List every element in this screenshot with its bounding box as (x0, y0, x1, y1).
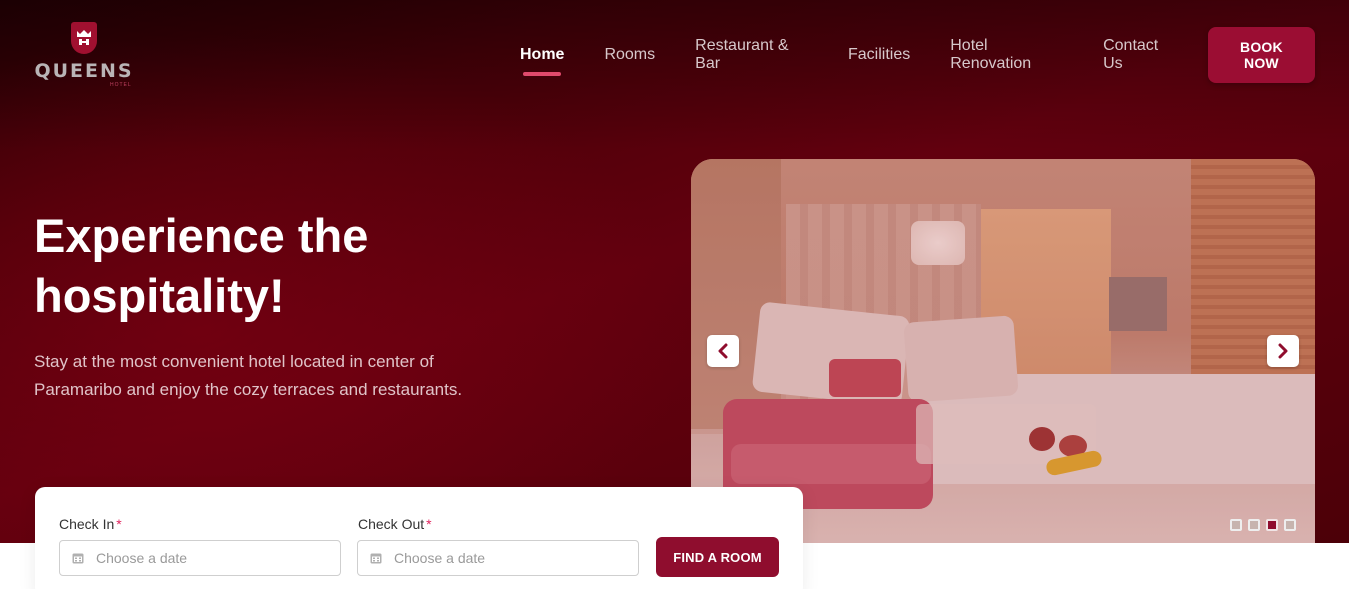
check-in-label: Check In * (59, 516, 122, 532)
booking-form: Check In * Choose a date Check Out * Choos… (35, 487, 803, 589)
nav-item-facilities[interactable]: Facilities (848, 42, 910, 68)
calendar-icon (72, 553, 84, 564)
check-in-placeholder: Choose a date (96, 550, 188, 566)
slider-prev-button[interactable] (707, 335, 739, 367)
logo-subtitle: HOTEL (110, 82, 132, 88)
active-nav-indicator (523, 72, 562, 76)
slider-next-button[interactable] (1267, 335, 1299, 367)
calendar-icon (370, 553, 382, 564)
photo-tint-overlay (691, 159, 1315, 543)
book-now-button[interactable]: BOOK NOW (1207, 27, 1315, 83)
find-a-room-button[interactable]: FIND A ROOM (656, 537, 779, 577)
room-image-slider (691, 159, 1315, 543)
hotel-logo[interactable]: QUEENS HOTEL (34, 22, 134, 90)
required-mark: * (426, 516, 432, 532)
crown-shield-icon (71, 22, 97, 54)
required-mark: * (116, 516, 122, 532)
nav-item-restaurant-bar[interactable]: Restaurant & Bar (695, 33, 808, 77)
check-out-label-text: Check Out (358, 516, 425, 532)
check-in-date-field[interactable]: Choose a date (59, 540, 341, 576)
check-in-label-text: Check In (59, 516, 115, 532)
check-out-date-field[interactable]: Choose a date (357, 540, 639, 576)
nav-item-hotel-renovation[interactable]: Hotel Renovation (950, 33, 1063, 77)
chevron-right-icon (1278, 343, 1288, 359)
slider-dot-1[interactable] (1230, 519, 1242, 531)
nav-item-label: Home (520, 46, 565, 63)
nav-item-home[interactable]: Home (520, 42, 565, 76)
headline-line-1: Experience the (34, 209, 369, 262)
slider-dot-2[interactable] (1248, 519, 1260, 531)
slider-pagination (1224, 519, 1296, 531)
slider-dot-3[interactable] (1266, 519, 1278, 531)
hero-description: Stay at the most convenient hotel locate… (34, 352, 463, 399)
headline-line-2: hospitality! (34, 269, 285, 322)
hero-headline: Experience the hospitality! (34, 206, 514, 326)
check-out-placeholder: Choose a date (394, 550, 486, 566)
chevron-left-icon (718, 343, 728, 359)
main-nav: Home Rooms Restaurant & Bar Facilities H… (480, 27, 1315, 83)
slider-dot-4[interactable] (1284, 519, 1296, 531)
check-out-label: Check Out * (358, 516, 432, 532)
nav-item-contact-us[interactable]: Contact Us (1103, 33, 1176, 77)
logo-wordmark: QUEENS (34, 60, 134, 82)
nav-item-rooms[interactable]: Rooms (604, 42, 655, 68)
